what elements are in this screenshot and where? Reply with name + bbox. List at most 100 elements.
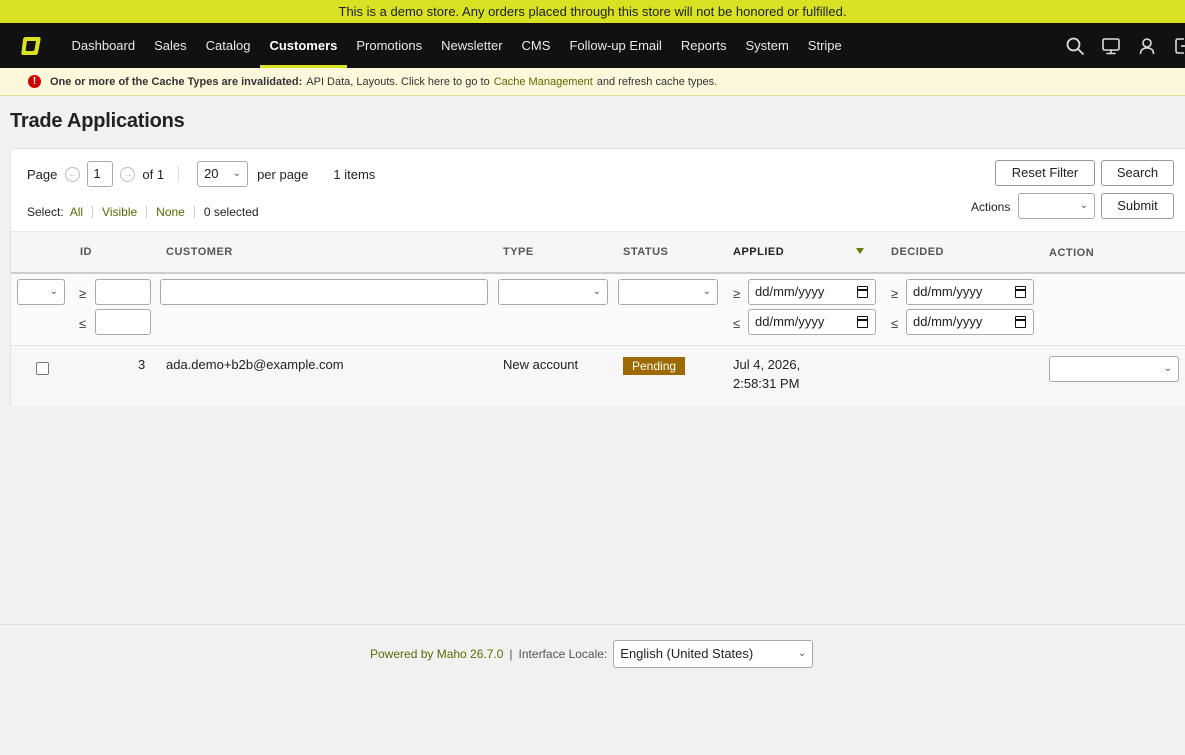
chevron-down-icon: ⌄ xyxy=(702,286,711,297)
divider: | xyxy=(509,647,513,661)
mass-actions-select[interactable]: ⌄ xyxy=(1018,193,1095,219)
type-filter-select[interactable]: ⌄ xyxy=(498,279,608,305)
nav-customers[interactable]: Customers xyxy=(259,23,347,68)
top-navigation: Dashboard Sales Catalog Customers Promot… xyxy=(0,23,1185,68)
divider xyxy=(178,166,180,182)
decided-to-operator: ≤ xyxy=(891,316,899,331)
select-visible-link[interactable]: Visible xyxy=(102,205,137,219)
calendar-icon[interactable] xyxy=(857,316,868,328)
next-page-icon[interactable]: → xyxy=(120,166,136,182)
calendar-icon[interactable] xyxy=(1015,286,1026,298)
cache-management-link[interactable]: Cache Management xyxy=(494,76,593,88)
calendar-icon[interactable] xyxy=(857,286,868,298)
table-row: 3 ada.demo+b2b@example.com New account P… xyxy=(11,346,1185,406)
applied-from-date[interactable]: dd/mm/yyyy xyxy=(748,279,876,305)
nav-cms[interactable]: CMS xyxy=(512,23,560,68)
user-icon[interactable] xyxy=(1137,36,1157,56)
page-number-input[interactable]: 1 xyxy=(87,161,114,187)
divider xyxy=(92,206,94,218)
id-from-operator: ≥ xyxy=(79,286,87,301)
nav-reports[interactable]: Reports xyxy=(671,23,736,68)
column-applied[interactable]: APPLIED xyxy=(733,246,784,258)
pager: Page ← 1 → of 1 20 ⌄ per page 1 items xyxy=(27,161,375,187)
nav-promotions[interactable]: Promotions xyxy=(347,23,432,68)
date-placeholder: dd/mm/yyyy xyxy=(755,284,825,299)
notice-text: API Data, Layouts. Click here to go to xyxy=(306,75,490,88)
status-filter-select[interactable]: ⌄ xyxy=(618,279,718,305)
per-page-select[interactable]: 20 ⌄ xyxy=(197,161,249,187)
nav-sales[interactable]: Sales xyxy=(145,23,197,68)
nav-stripe[interactable]: Stripe xyxy=(798,23,851,68)
select-label: Select: xyxy=(27,205,64,219)
page-title: Trade Applications xyxy=(10,110,185,132)
per-page-label: per page xyxy=(257,166,309,182)
applied-to-operator: ≤ xyxy=(733,316,741,331)
maho-logo-icon[interactable] xyxy=(19,34,43,58)
monitor-icon[interactable] xyxy=(1101,36,1121,56)
chevron-down-icon: ⌄ xyxy=(1163,363,1172,374)
page-label: Page xyxy=(27,166,58,182)
select-all-link[interactable]: All xyxy=(70,205,83,219)
customer-filter-input[interactable] xyxy=(160,279,488,305)
column-action: ACTION xyxy=(1049,247,1095,259)
nav-newsletter[interactable]: Newsletter xyxy=(432,23,512,68)
notice-bold-text: One or more of the Cache Types are inval… xyxy=(50,75,303,88)
decided-to-date[interactable]: dd/mm/yyyy xyxy=(906,309,1034,335)
id-to-operator: ≤ xyxy=(79,316,87,331)
nav-dashboard[interactable]: Dashboard xyxy=(62,23,145,68)
calendar-icon[interactable] xyxy=(1015,316,1026,328)
demo-store-notice: This is a demo store. Any orders placed … xyxy=(0,0,1185,23)
locale-value: English (United States) xyxy=(620,646,754,661)
chevron-down-icon: ⌄ xyxy=(797,648,807,659)
row-action-select[interactable]: ⌄ xyxy=(1049,356,1179,382)
logout-icon[interactable] xyxy=(1173,36,1185,56)
row-applied-time: 2:58:31 PM xyxy=(733,376,800,391)
column-status[interactable]: STATUS xyxy=(623,246,668,258)
chevron-down-icon: ⌄ xyxy=(232,168,242,179)
interface-locale-select[interactable]: English (United States) ⌄ xyxy=(613,640,814,668)
nav-follow-up-email[interactable]: Follow-up Email xyxy=(560,23,671,68)
prev-page-icon[interactable]: ← xyxy=(65,166,81,182)
nav-catalog[interactable]: Catalog xyxy=(196,23,260,68)
locale-label: Interface Locale: xyxy=(518,647,608,661)
row-applied-date: Jul 4, 2026, xyxy=(733,357,801,372)
search-button[interactable]: Search xyxy=(1101,160,1174,186)
chevron-down-icon: ⌄ xyxy=(49,286,58,297)
column-type[interactable]: TYPE xyxy=(503,246,534,258)
grid-header: ID CUSTOMER TYPE STATUS APPLIED DECIDED … xyxy=(11,231,1185,274)
date-placeholder: dd/mm/yyyy xyxy=(913,284,983,299)
status-badge: Pending xyxy=(623,357,686,375)
decided-from-date[interactable]: dd/mm/yyyy xyxy=(906,279,1034,305)
nav-system[interactable]: System xyxy=(736,23,798,68)
notice-text-end: and refresh cache types. xyxy=(596,75,718,88)
id-to-input[interactable] xyxy=(95,309,151,335)
row-checkbox[interactable] xyxy=(36,362,49,375)
error-icon: ! xyxy=(28,75,41,88)
applied-from-operator: ≥ xyxy=(733,286,741,301)
reset-filter-button[interactable]: Reset Filter xyxy=(995,160,1095,186)
select-none-link[interactable]: None xyxy=(156,205,185,219)
applications-grid: Page ← 1 → of 1 20 ⌄ per page 1 items Se… xyxy=(10,148,1185,406)
date-placeholder: dd/mm/yyyy xyxy=(755,314,825,329)
checkbox-filter-select[interactable]: ⌄ xyxy=(17,279,65,305)
column-customer[interactable]: CUSTOMER xyxy=(166,246,233,258)
column-decided[interactable]: DECIDED xyxy=(891,246,944,258)
id-from-input[interactable] xyxy=(95,279,151,305)
divider xyxy=(193,206,195,218)
chevron-down-icon: ⌄ xyxy=(592,286,601,297)
submit-button[interactable]: Submit xyxy=(1101,193,1174,219)
applied-to-date[interactable]: dd/mm/yyyy xyxy=(748,309,876,335)
page-count: of 1 xyxy=(142,166,165,182)
footer: Powered by Maho 26.7.0 | Interface Local… xyxy=(0,624,1185,755)
search-icon[interactable] xyxy=(1065,36,1085,56)
row-type: New account xyxy=(503,357,579,372)
divider xyxy=(146,206,148,218)
per-page-value: 20 xyxy=(204,166,219,181)
mass-select: Select: All Visible None 0 selected xyxy=(27,205,259,219)
column-id[interactable]: ID xyxy=(80,246,92,258)
chevron-down-icon: ⌄ xyxy=(1079,200,1088,211)
row-customer: ada.demo+b2b@example.com xyxy=(166,357,344,372)
powered-by: Powered by Maho 26.7.0 xyxy=(370,647,504,661)
actions-label: Actions xyxy=(971,200,1011,214)
sort-desc-icon xyxy=(856,248,864,254)
